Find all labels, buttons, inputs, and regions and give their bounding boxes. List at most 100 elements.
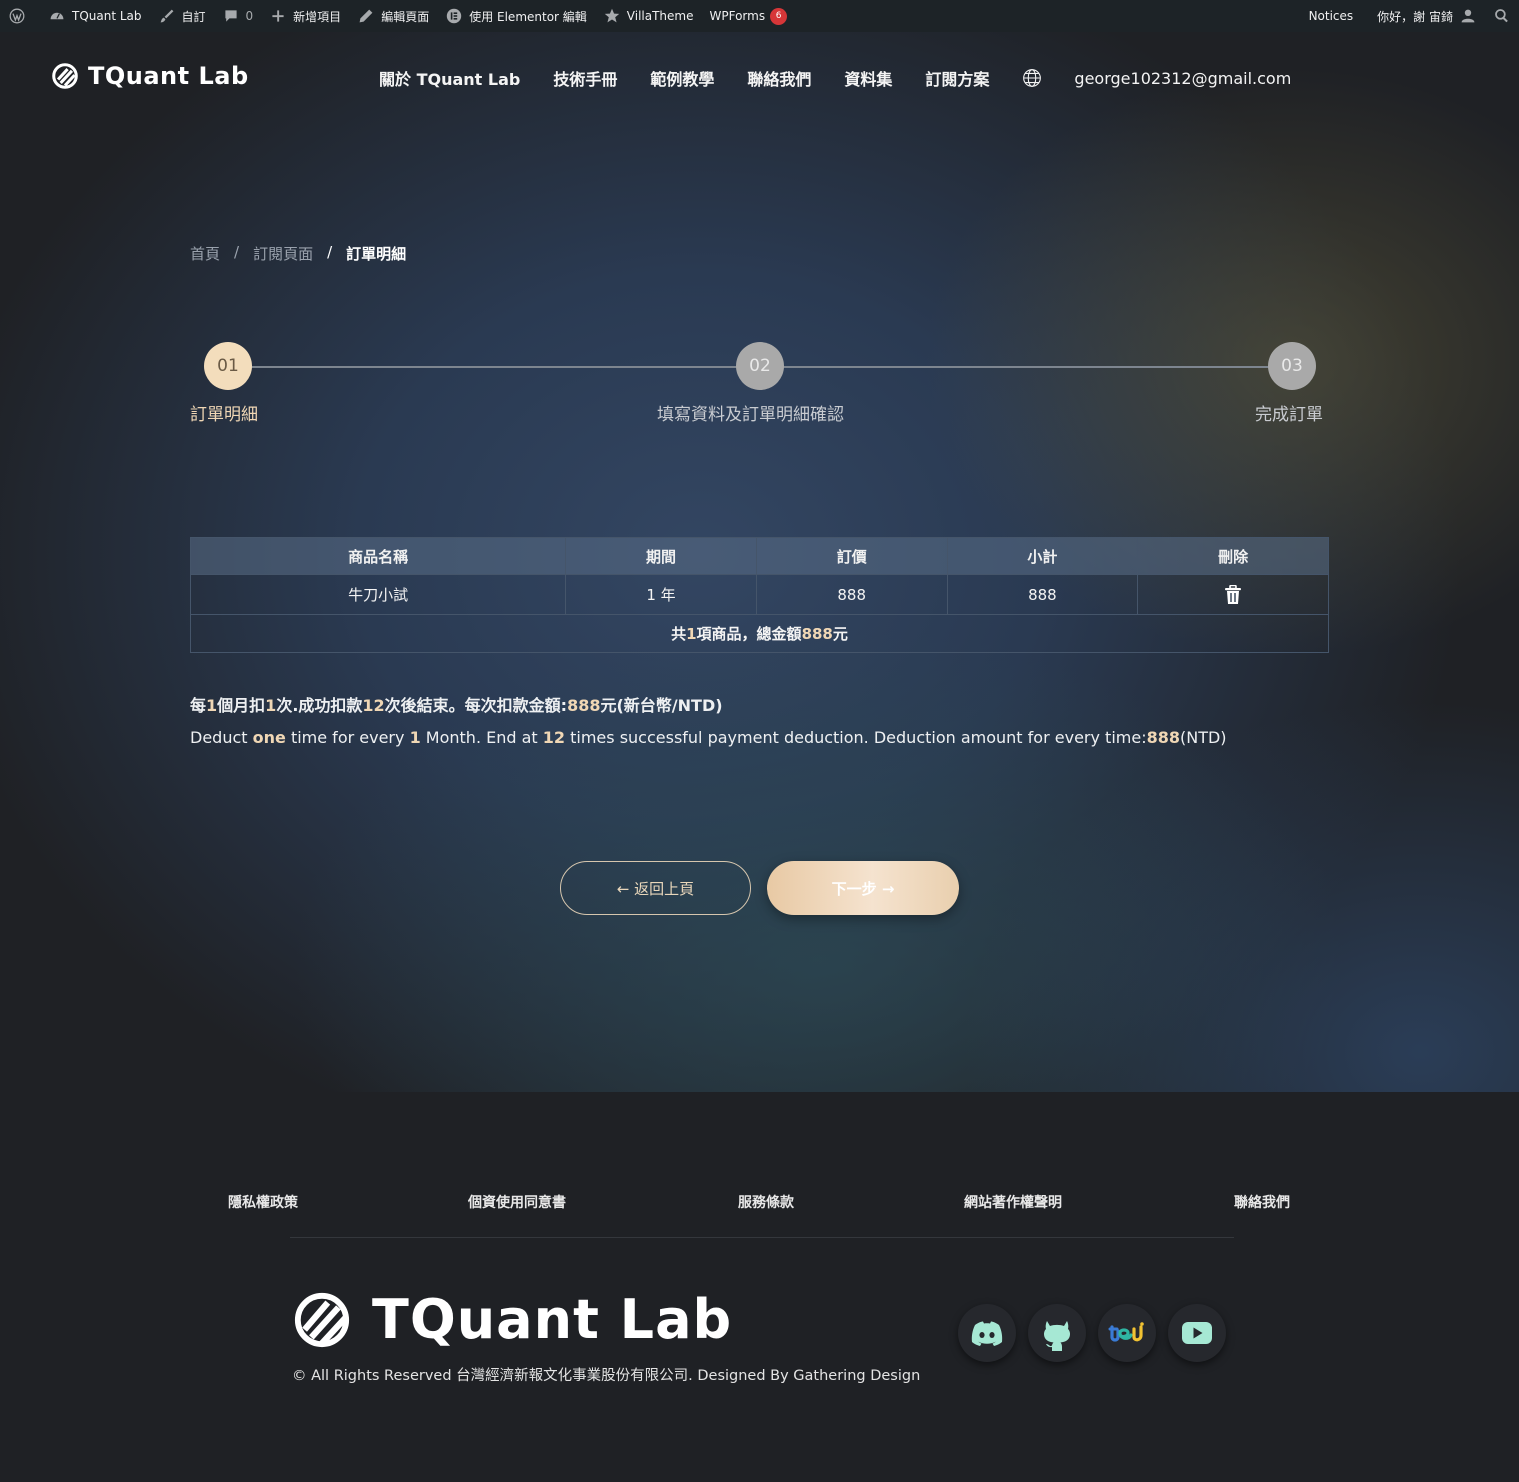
comment-icon: [222, 7, 240, 25]
star-icon: [603, 7, 621, 25]
new-item-link[interactable]: 新增項目: [261, 0, 349, 32]
product-name: 牛刀小試: [189, 574, 567, 615]
col-product-name: 商品名稱: [189, 537, 567, 575]
notice-text: 個月扣: [217, 696, 266, 715]
customize-label: 自訂: [181, 9, 206, 24]
brush-icon: [158, 7, 176, 25]
user-account-link[interactable]: 你好，謝 宙錡: [1369, 0, 1485, 32]
deduction-notice-en: Deduct one time for every 1 Month. End a…: [190, 728, 1227, 747]
elementor-icon: [445, 7, 463, 25]
new-item-label: 新增項目: [293, 9, 342, 24]
logo-text: TQuant Lab: [88, 62, 249, 90]
notice-text: 次後結束。每次扣款金額:: [384, 696, 568, 715]
user-email-link[interactable]: george102312@gmail.com: [1074, 69, 1291, 88]
tej-icon: [1108, 1322, 1144, 1342]
youtube-link[interactable]: [1168, 1304, 1226, 1362]
tquant-logo-icon: [294, 1292, 350, 1347]
user-avatar-icon: [1459, 7, 1477, 25]
customize-link[interactable]: 自訂: [150, 0, 214, 32]
trash-icon[interactable]: [1224, 584, 1242, 605]
admin-bar: TQuant Lab 自訂 0 新增項目 編輯頁面 使用 Elementor 編…: [0, 0, 1519, 32]
col-period: 期間: [565, 537, 757, 575]
nav-item-manual[interactable]: 技術手冊: [553, 66, 617, 90]
notice-text: times successful payment deduction. Dedu…: [565, 728, 1147, 747]
discord-link[interactable]: [958, 1304, 1016, 1362]
total-prefix: 共: [671, 625, 687, 643]
notice-text: 元(新台幣/NTD): [600, 696, 723, 715]
cart-total: 共1項商品，總金額888元: [190, 614, 1329, 653]
github-link[interactable]: [1028, 1304, 1086, 1362]
footer-logo-text: TQuant Lab: [372, 1288, 733, 1351]
breadcrumb-subscribe[interactable]: 訂閱頁面: [253, 243, 313, 264]
comments-count: 0: [245, 9, 254, 23]
edit-page-label: 編輯頁面: [381, 9, 430, 24]
footer-link-terms[interactable]: 服務條款: [738, 1192, 794, 1212]
language-globe-icon[interactable]: [1022, 68, 1042, 88]
cart-header-row: 商品名稱 期間 訂價 小計 刪除: [189, 537, 1329, 575]
footer-links: 隱私權政策 個資使用同意書 服務條款 網站著作權聲明 聯絡我們: [0, 1192, 1519, 1212]
notice-value: 12: [542, 728, 566, 747]
site-name: TQuant Lab: [72, 9, 142, 23]
notice-text: Month. End at: [420, 728, 543, 747]
nav-item-plans[interactable]: 訂閱方案: [925, 66, 989, 90]
notice-value: one: [252, 728, 286, 747]
wordpress-logo-button[interactable]: [0, 0, 40, 32]
product-period: 1 年: [565, 574, 757, 615]
notice-text: Deduct: [190, 728, 253, 747]
breadcrumb: 首頁 / 訂閱頁面 / 訂單明細: [190, 243, 406, 264]
notices-link[interactable]: Notices: [1301, 0, 1362, 32]
edit-page-link[interactable]: 編輯頁面: [349, 0, 437, 32]
wpforms-badge: 6: [770, 7, 788, 25]
col-delete: 刪除: [1137, 537, 1329, 575]
nav-item-contact[interactable]: 聯絡我們: [747, 66, 811, 90]
notice-text: time for every: [285, 728, 410, 747]
footer-divider: [290, 1237, 1234, 1238]
notice-value: 12: [362, 696, 385, 715]
wordpress-icon: [8, 7, 26, 25]
footer-link-privacy[interactable]: 隱私權政策: [228, 1192, 298, 1212]
footer-link-contact[interactable]: 聯絡我們: [1234, 1192, 1290, 1212]
back-button[interactable]: ← 返回上頁: [560, 861, 751, 915]
admin-search-button[interactable]: [1485, 0, 1519, 32]
breadcrumb-separator: /: [234, 243, 240, 261]
cart-table: 商品名稱 期間 訂價 小計 刪除 牛刀小試 1 年 888 888 共1項商品，…: [189, 537, 1329, 653]
step-1-label: 訂單明細: [190, 405, 258, 425]
site-footer: 隱私權政策 個資使用同意書 服務條款 網站著作權聲明 聯絡我們 TQuant L…: [0, 1092, 1519, 1482]
notice-text: 次.成功扣款: [276, 696, 363, 715]
product-subtotal: 888: [946, 574, 1139, 615]
villatheme-label: VillaTheme: [626, 9, 694, 23]
search-icon: [1493, 7, 1511, 25]
elementor-edit-link[interactable]: 使用 Elementor 編輯: [437, 0, 595, 32]
wpforms-link[interactable]: WPForms 6: [702, 0, 796, 32]
total-mid: 項商品，總金額: [696, 625, 802, 643]
nav-item-tutorials[interactable]: 範例教學: [650, 66, 714, 90]
step-3-label: 完成訂單: [1255, 405, 1323, 425]
notice-value: 888: [1146, 728, 1180, 747]
villatheme-link[interactable]: VillaTheme: [595, 0, 702, 32]
footer-link-copyright[interactable]: 網站著作權聲明: [964, 1192, 1062, 1212]
github-icon: [1044, 1321, 1070, 1351]
next-step-button[interactable]: 下一步 →: [767, 861, 959, 915]
step-3-circle: 03: [1268, 342, 1316, 390]
notice-value: 1: [265, 696, 277, 715]
site-logo-link[interactable]: TQuant Lab: [52, 62, 249, 90]
plus-icon: [269, 7, 287, 25]
breadcrumb-current: 訂單明細: [346, 245, 407, 263]
delete-cell: [1137, 574, 1329, 615]
nav-item-about[interactable]: 關於 TQuant Lab: [379, 66, 520, 90]
nav-item-datasets[interactable]: 資料集: [844, 66, 892, 90]
site-name-link[interactable]: TQuant Lab: [40, 0, 150, 32]
wpforms-label: WPForms: [709, 9, 766, 23]
dashboard-icon: [48, 7, 66, 25]
hero-section: TQuant Lab 關於 TQuant Lab 技術手冊 範例教學 聯絡我們 …: [0, 32, 1519, 1092]
step-1-circle: 01: [204, 342, 252, 390]
user-greeting: 你好，謝 宙錡: [1377, 9, 1453, 24]
comments-link[interactable]: 0: [214, 0, 262, 32]
footer-link-consent[interactable]: 個資使用同意書: [468, 1192, 566, 1212]
tej-link[interactable]: [1098, 1304, 1156, 1362]
tquant-logo-icon: [52, 63, 78, 89]
notice-text: (NTD): [1179, 728, 1227, 747]
breadcrumb-home[interactable]: 首頁: [190, 243, 220, 264]
youtube-icon: [1182, 1322, 1212, 1344]
step-2-label: 填寫資料及訂單明細確認: [657, 405, 844, 425]
